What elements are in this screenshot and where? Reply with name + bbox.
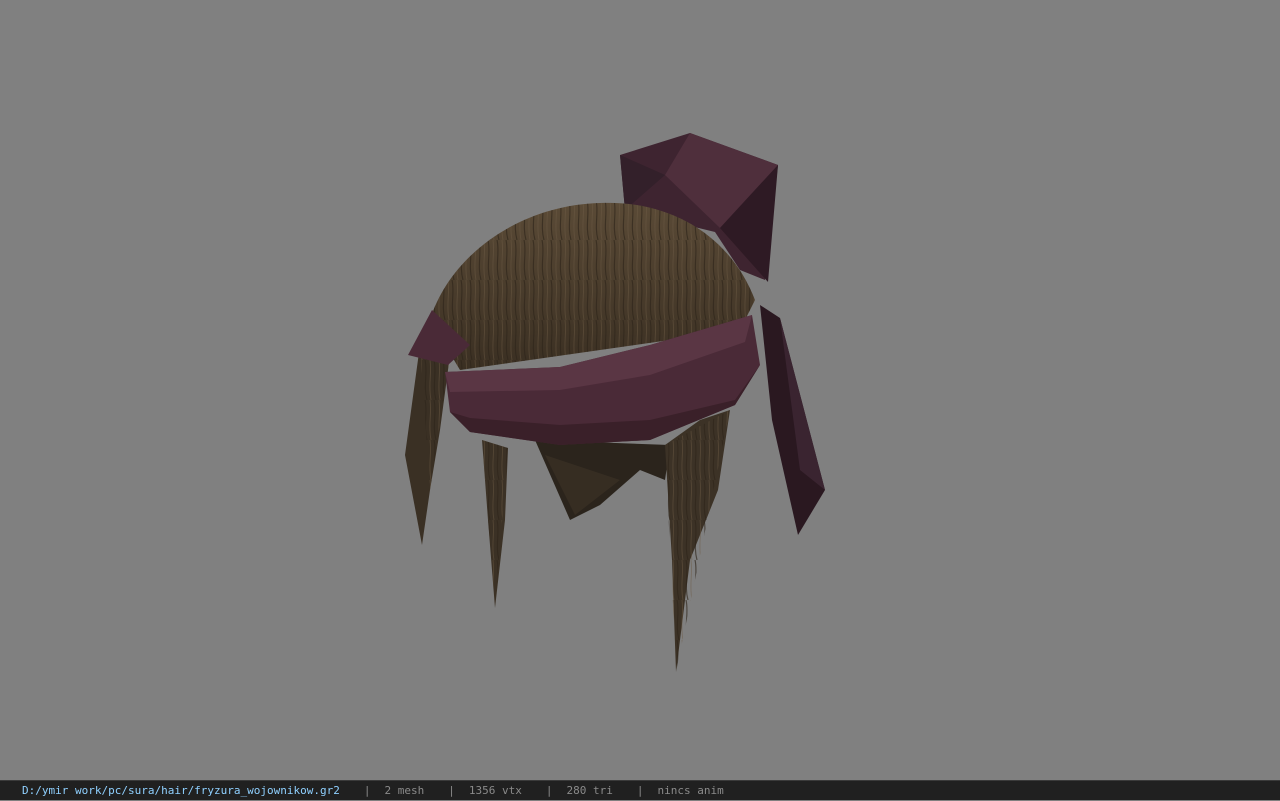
status-bar: D:/ymir work/pc/sura/hair/fryzura_wojown… xyxy=(0,780,1280,800)
animation-status: nincs anim xyxy=(657,783,724,797)
triangle-count: 280 tri xyxy=(566,783,613,797)
separator: | xyxy=(545,783,553,797)
separator: | xyxy=(363,783,371,797)
3d-viewport[interactable] xyxy=(0,0,1280,780)
vertex-count: 1356 vtx xyxy=(468,783,522,797)
separator: | xyxy=(448,783,455,797)
separator: | xyxy=(636,783,644,797)
file-path: D:/ymir work/pc/sura/hair/fryzura_wojown… xyxy=(22,783,340,797)
mesh-count: 2 mesh xyxy=(384,783,425,797)
back-hair-strands xyxy=(535,440,670,520)
right-hair-strands xyxy=(665,410,730,672)
hair-model-render xyxy=(405,133,825,672)
ribbon-tail xyxy=(760,305,825,535)
